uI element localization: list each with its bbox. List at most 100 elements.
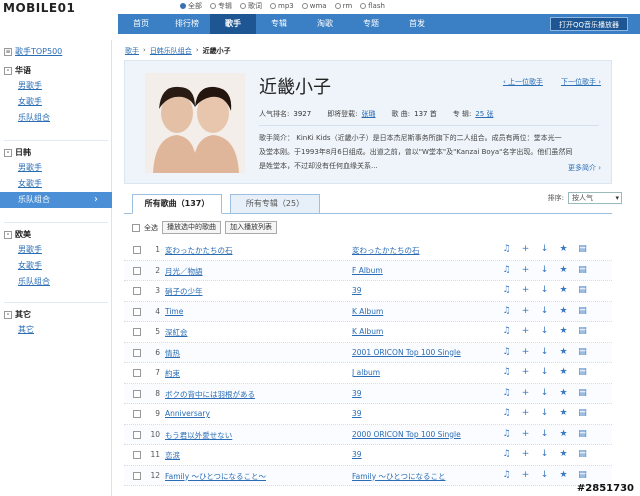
lyrics-icon[interactable]: ▤ bbox=[578, 388, 587, 398]
next-artist-link[interactable]: 下一位歌手 › bbox=[561, 77, 601, 87]
song-title-link[interactable]: もう君以外愛せない bbox=[165, 430, 345, 441]
song-title-link[interactable]: ボクの背中には羽根がある bbox=[165, 389, 345, 400]
add-icon[interactable]: + bbox=[521, 367, 530, 377]
add-icon[interactable]: + bbox=[521, 306, 530, 316]
favorite-star-icon[interactable]: ★ bbox=[559, 244, 568, 254]
song-checkbox[interactable] bbox=[133, 307, 141, 316]
song-album-link[interactable]: 変わったかたちの石 bbox=[352, 245, 502, 256]
favorite-star-icon[interactable]: ★ bbox=[559, 449, 568, 459]
tab-all-albums[interactable]: 所有专辑（25） bbox=[230, 194, 320, 214]
nav-discover[interactable]: 淘歌 bbox=[302, 14, 348, 34]
song-album-link[interactable]: F Album bbox=[352, 266, 502, 275]
listen-icon[interactable]: ♫ bbox=[502, 367, 511, 377]
collapse-icon[interactable]: - bbox=[4, 67, 12, 75]
breadcrumb-category[interactable]: 日韩乐队组合 bbox=[150, 46, 192, 56]
song-checkbox[interactable] bbox=[133, 348, 141, 357]
lyrics-icon[interactable]: ▤ bbox=[578, 244, 587, 254]
add-icon[interactable]: + bbox=[521, 449, 530, 459]
favorite-star-icon[interactable]: ★ bbox=[559, 306, 568, 316]
nav-albums[interactable]: 专辑 bbox=[256, 14, 302, 34]
sort-select[interactable]: 按人气 bbox=[568, 192, 622, 204]
add-icon[interactable]: + bbox=[521, 388, 530, 398]
radio-icon[interactable] bbox=[270, 3, 276, 9]
download-icon[interactable]: ↓ bbox=[540, 306, 549, 316]
lyrics-icon[interactable]: ▤ bbox=[578, 429, 587, 439]
search-type-all[interactable]: 全部 bbox=[180, 1, 202, 11]
listen-icon[interactable]: ♫ bbox=[502, 265, 511, 275]
nav-home[interactable]: 首页 bbox=[118, 14, 164, 34]
lyrics-icon[interactable]: ▤ bbox=[578, 470, 587, 480]
song-album-link[interactable]: 39 bbox=[352, 286, 502, 295]
search-type-rm[interactable]: rm bbox=[334, 1, 352, 11]
song-checkbox[interactable] bbox=[133, 266, 141, 275]
search-type-wma[interactable]: wma bbox=[301, 1, 327, 11]
listen-icon[interactable]: ♫ bbox=[502, 326, 511, 336]
download-icon[interactable]: ↓ bbox=[540, 265, 549, 275]
add-playlist-button[interactable]: 加入播放列表 bbox=[225, 221, 277, 234]
nav-premiere[interactable]: 首发 bbox=[394, 14, 440, 34]
nav-singers[interactable]: 歌手 bbox=[210, 14, 256, 34]
listen-icon[interactable]: ♫ bbox=[502, 470, 511, 480]
listen-icon[interactable]: ♫ bbox=[502, 449, 511, 459]
listen-icon[interactable]: ♫ bbox=[502, 388, 511, 398]
song-checkbox[interactable] bbox=[133, 287, 141, 295]
song-checkbox[interactable] bbox=[133, 471, 141, 480]
sidebar-item-male[interactable]: 男歌手 bbox=[0, 78, 112, 94]
song-title-link[interactable]: Time bbox=[165, 307, 345, 316]
sidebar-item-male[interactable]: 男歌手 bbox=[0, 160, 112, 176]
add-icon[interactable]: + bbox=[521, 326, 530, 336]
song-checkbox[interactable] bbox=[133, 246, 141, 254]
song-checkbox[interactable] bbox=[133, 328, 141, 336]
song-album-link[interactable]: 39 bbox=[352, 450, 502, 459]
lyrics-icon[interactable]: ▤ bbox=[578, 347, 587, 357]
download-icon[interactable]: ↓ bbox=[540, 388, 549, 398]
song-checkbox[interactable] bbox=[133, 430, 141, 439]
collapse-icon[interactable]: - bbox=[4, 231, 12, 239]
collapse-icon[interactable]: - bbox=[4, 149, 12, 157]
favorite-star-icon[interactable]: ★ bbox=[559, 265, 568, 275]
download-icon[interactable]: ↓ bbox=[540, 367, 549, 377]
song-title-link[interactable]: 深紅会 bbox=[165, 327, 345, 338]
song-album-link[interactable]: 2000 ORICON Top 100 Single bbox=[352, 430, 502, 439]
listen-icon[interactable]: ♫ bbox=[502, 408, 511, 418]
add-icon[interactable]: + bbox=[521, 429, 530, 439]
favorite-star-icon[interactable]: ★ bbox=[559, 347, 568, 357]
song-checkbox[interactable] bbox=[133, 369, 141, 377]
listen-icon[interactable]: ♫ bbox=[502, 429, 511, 439]
sidebar-item-band[interactable]: 乐队组合 bbox=[0, 110, 112, 126]
song-title-link[interactable]: 月光／物語 bbox=[165, 266, 345, 277]
song-title-link[interactable]: 約束 bbox=[165, 368, 345, 379]
lyrics-icon[interactable]: ▤ bbox=[578, 408, 587, 418]
nav-topics[interactable]: 专题 bbox=[348, 14, 394, 34]
sidebar-item-female[interactable]: 女歌手 bbox=[0, 258, 112, 274]
download-icon[interactable]: ↓ bbox=[540, 408, 549, 418]
search-type-flash[interactable]: flash bbox=[360, 1, 385, 11]
song-album-link[interactable]: Family ～ひとつになること bbox=[352, 471, 502, 482]
sidebar-item-female[interactable]: 女歌手 bbox=[0, 176, 112, 192]
song-title-link[interactable]: Family ～ひとつになること～ bbox=[165, 471, 345, 482]
song-album-link[interactable]: 2001 ORICON Top 100 Single bbox=[352, 348, 502, 357]
add-icon[interactable]: + bbox=[521, 347, 530, 357]
lyrics-icon[interactable]: ▤ bbox=[578, 367, 587, 377]
lyrics-icon[interactable]: ▤ bbox=[578, 285, 587, 295]
search-type-album[interactable]: 专辑 bbox=[210, 1, 232, 11]
song-album-link[interactable]: 39 bbox=[352, 389, 502, 398]
favorite-star-icon[interactable]: ★ bbox=[559, 408, 568, 418]
search-type-lyrics[interactable]: 歌词 bbox=[240, 1, 262, 11]
song-album-link[interactable]: 39 bbox=[352, 409, 502, 418]
favorite-star-icon[interactable]: ★ bbox=[559, 470, 568, 480]
listen-icon[interactable]: ♫ bbox=[502, 285, 511, 295]
favorite-star-icon[interactable]: ★ bbox=[559, 429, 568, 439]
radio-icon[interactable] bbox=[334, 3, 341, 9]
download-icon[interactable]: ↓ bbox=[540, 244, 549, 254]
download-icon[interactable]: ↓ bbox=[540, 429, 549, 439]
radio-icon[interactable] bbox=[301, 3, 308, 9]
sidebar-item-male[interactable]: 男歌手 bbox=[0, 242, 112, 258]
download-icon[interactable]: ↓ bbox=[540, 285, 549, 295]
lyrics-icon[interactable]: ▤ bbox=[578, 326, 587, 336]
play-selected-button[interactable]: 播放选中的歌曲 bbox=[162, 221, 221, 234]
search-type-mp3[interactable]: mp3 bbox=[270, 1, 294, 11]
sidebar-item-band[interactable]: 乐队组合 bbox=[0, 192, 112, 208]
select-all-checkbox[interactable] bbox=[132, 223, 140, 232]
download-icon[interactable]: ↓ bbox=[540, 326, 549, 336]
